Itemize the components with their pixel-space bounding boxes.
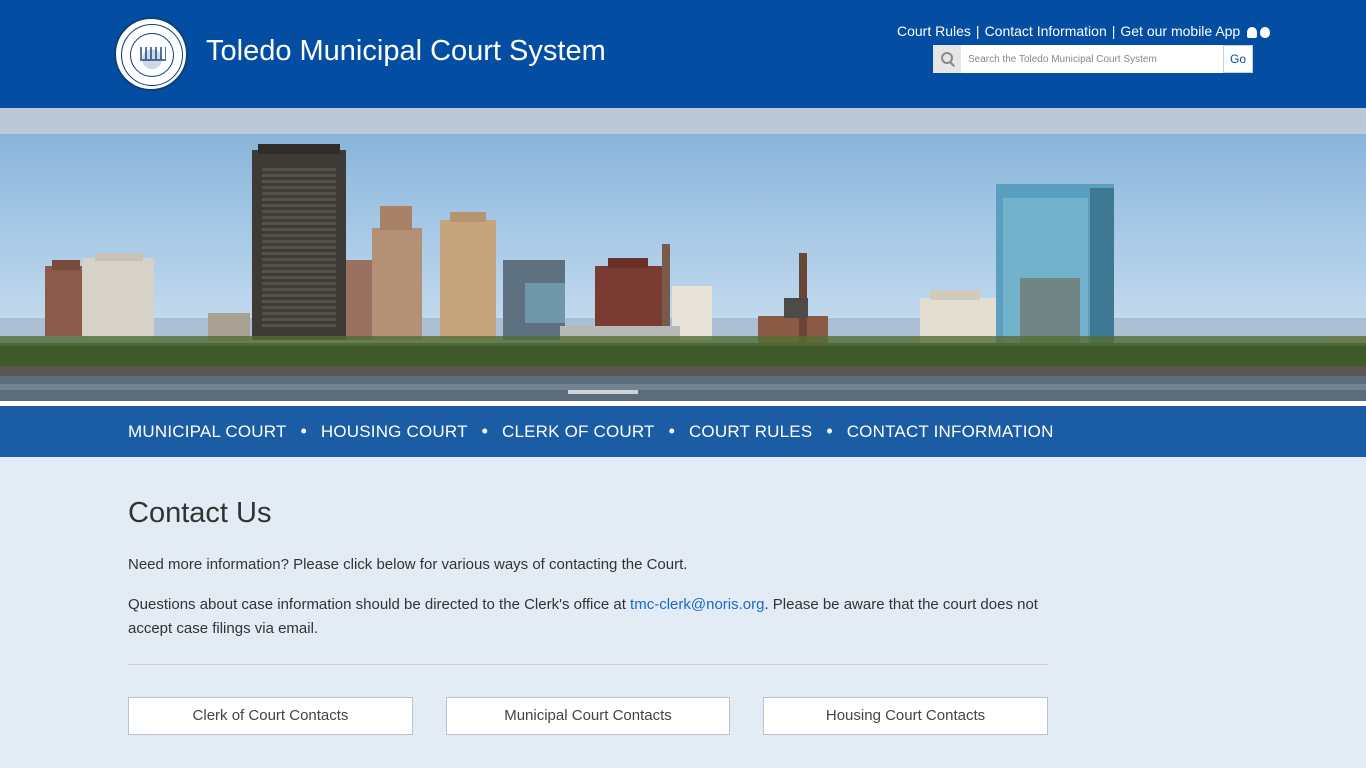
toledo-skyline-illustration [0,144,1366,406]
site-header: Toledo Municipal Court System Court Rule… [0,0,1366,108]
android-icon[interactable] [1247,27,1258,39]
case-info-text: Questions about case information should … [128,593,1048,641]
seal-emblem [140,47,166,61]
link-separator: | [975,23,980,39]
site-search: Go [933,45,1253,73]
search-go-button[interactable]: Go [1223,45,1253,73]
page-title: Contact Us [128,497,272,529]
app-store-icons [1247,22,1271,42]
skyline-banner-image [0,108,1366,406]
case-info-prefix: Questions about case information should … [128,596,631,613]
link-separator: | [1111,23,1116,39]
nav-separator: • [300,421,307,441]
apple-icon[interactable] [1260,27,1271,39]
search-input[interactable] [961,45,1223,73]
nav-separator: • [481,421,488,441]
clerk-email-link[interactable]: tmc-clerk@noris.org [630,596,764,613]
nav-separator: • [668,421,675,441]
top-link-mobile-app[interactable]: Get our mobile App [1120,23,1240,39]
top-link-contact-information[interactable]: Contact Information [985,23,1107,39]
top-link-court-rules[interactable]: Court Rules [897,23,971,39]
nav-item-housing-court[interactable]: HOUSING COURT [321,422,468,442]
city-seal-logo[interactable] [114,17,188,91]
main-navigation: MUNICIPAL COURT • HOUSING COURT • CLERK … [0,406,1366,457]
municipal-court-contacts-button[interactable]: Municipal Court Contacts [446,697,730,735]
nav-separator: • [826,421,833,441]
site-title[interactable]: Toledo Municipal Court System [206,35,606,68]
nav-item-court-rules[interactable]: COURT RULES [689,422,812,442]
housing-court-contacts-button[interactable]: Housing Court Contacts [763,697,1048,735]
utility-links: Court Rules | Contact Information | Get our … [897,21,1271,42]
nav-item-municipal-court[interactable]: MUNICIPAL COURT [128,422,287,442]
content-divider [128,664,1048,665]
clerk-of-court-contacts-button[interactable]: Clerk of Court Contacts [128,697,413,735]
intro-text: Need more information? Please click belo… [128,556,688,573]
nav-item-clerk-of-court[interactable]: CLERK OF COURT [502,422,655,442]
nav-items: MUNICIPAL COURT • HOUSING COURT • CLERK … [128,406,1054,457]
nav-item-contact-information[interactable]: CONTACT INFORMATION [847,422,1054,442]
search-icon [933,45,961,73]
